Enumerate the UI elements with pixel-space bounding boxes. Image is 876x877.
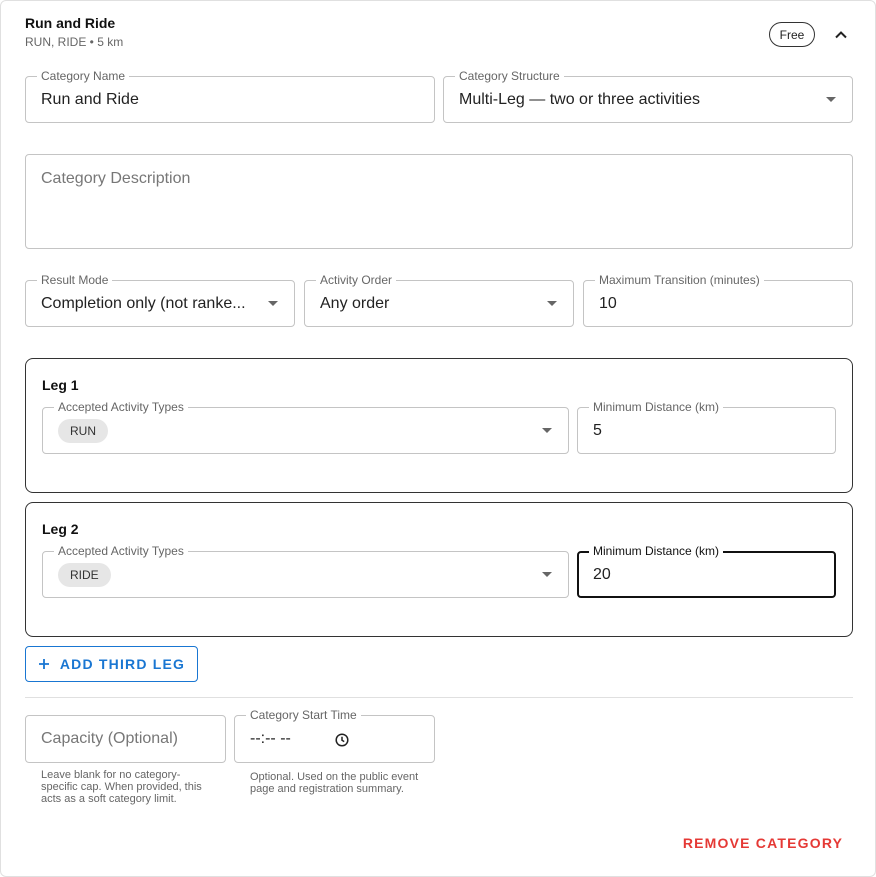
- capacity-field[interactable]: Capacity (Optional): [25, 715, 226, 763]
- chevron-up-icon: [835, 31, 847, 39]
- max-transition-value: 10: [599, 294, 617, 312]
- start-time-value: --:-- --: [250, 730, 291, 747]
- category-description-placeholder: Category Description: [41, 170, 191, 187]
- leg-2-title: Leg 2: [42, 521, 79, 537]
- plus-icon: [38, 659, 49, 669]
- min-distance-value: 5: [593, 421, 602, 439]
- category-name-field[interactable]: Category Name Run and Ride: [25, 69, 435, 123]
- leg-1-activity-types-select[interactable]: Accepted Activity Types RUN: [42, 400, 569, 454]
- remove-category-button[interactable]: REMOVE CATEGORY: [681, 829, 845, 857]
- dropdown-arrow-icon: [542, 427, 552, 433]
- result-mode-label: Result Mode: [37, 273, 113, 287]
- category-structure-label: Category Structure: [455, 69, 564, 83]
- capacity-helper-text: Leave blank for no category-specific cap…: [41, 769, 202, 805]
- price-badge: Free: [769, 22, 815, 47]
- min-distance-label: Minimum Distance (km): [589, 400, 724, 414]
- start-time-field[interactable]: Category Start Time --:-- --: [234, 708, 435, 763]
- max-transition-field[interactable]: Maximum Transition (minutes) 10: [583, 273, 853, 327]
- dropdown-arrow-icon: [268, 300, 278, 306]
- category-structure-value: Multi-Leg — two or three activities: [459, 90, 700, 108]
- collapse-button[interactable]: [827, 21, 855, 49]
- category-name-label: Category Name: [37, 69, 130, 83]
- activity-chip-ride[interactable]: RIDE: [58, 562, 111, 587]
- activity-types-label: Accepted Activity Types: [54, 400, 188, 414]
- activity-order-value: Any order: [320, 294, 390, 312]
- leg-2-activity-types-select[interactable]: Accepted Activity Types RIDE: [42, 544, 569, 598]
- activity-chip-run[interactable]: RUN: [58, 418, 108, 443]
- leg-1-title: Leg 1: [42, 377, 79, 393]
- max-transition-label: Maximum Transition (minutes): [595, 273, 764, 287]
- leg-2-min-distance-field[interactable]: Minimum Distance (km) 20: [577, 544, 836, 598]
- min-distance-label: Minimum Distance (km): [589, 544, 724, 558]
- add-third-leg-button[interactable]: ADD THIRD LEG: [25, 646, 198, 682]
- result-mode-value: Completion only (not ranke...: [41, 294, 246, 312]
- category-summary: RUN, RIDE • 5 km: [25, 35, 124, 49]
- start-time-label: Category Start Time: [246, 708, 361, 722]
- leg-1-section: Leg 1 Accepted Activity Types RUN Minimu…: [25, 358, 853, 493]
- dropdown-arrow-icon: [547, 300, 557, 306]
- activity-types-label: Accepted Activity Types: [54, 544, 188, 558]
- dropdown-arrow-icon: [826, 96, 836, 102]
- category-description-field[interactable]: Category Description: [25, 154, 853, 249]
- category-title: Run and Ride: [25, 15, 116, 31]
- activity-order-select[interactable]: Activity Order Any order: [304, 273, 574, 327]
- category-card: Run and Ride RUN, RIDE • 5 km Free Categ…: [0, 0, 876, 877]
- min-distance-value: 20: [593, 565, 611, 583]
- clock-icon[interactable]: [335, 733, 349, 747]
- dropdown-arrow-icon: [542, 571, 552, 577]
- category-name-value: Run and Ride: [41, 90, 139, 108]
- leg-1-min-distance-field[interactable]: Minimum Distance (km) 5: [577, 400, 836, 454]
- add-third-leg-label: ADD THIRD LEG: [59, 656, 186, 672]
- start-time-helper-text: Optional. Used on the public event page …: [250, 771, 419, 795]
- result-mode-select[interactable]: Result Mode Completion only (not ranke..…: [25, 273, 295, 327]
- leg-2-section: Leg 2 Accepted Activity Types RIDE Minim…: [25, 502, 853, 637]
- capacity-placeholder: Capacity (Optional): [41, 730, 178, 747]
- section-divider: [25, 697, 853, 698]
- activity-order-label: Activity Order: [316, 273, 397, 287]
- category-structure-select[interactable]: Category Structure Multi-Leg — two or th…: [443, 69, 853, 123]
